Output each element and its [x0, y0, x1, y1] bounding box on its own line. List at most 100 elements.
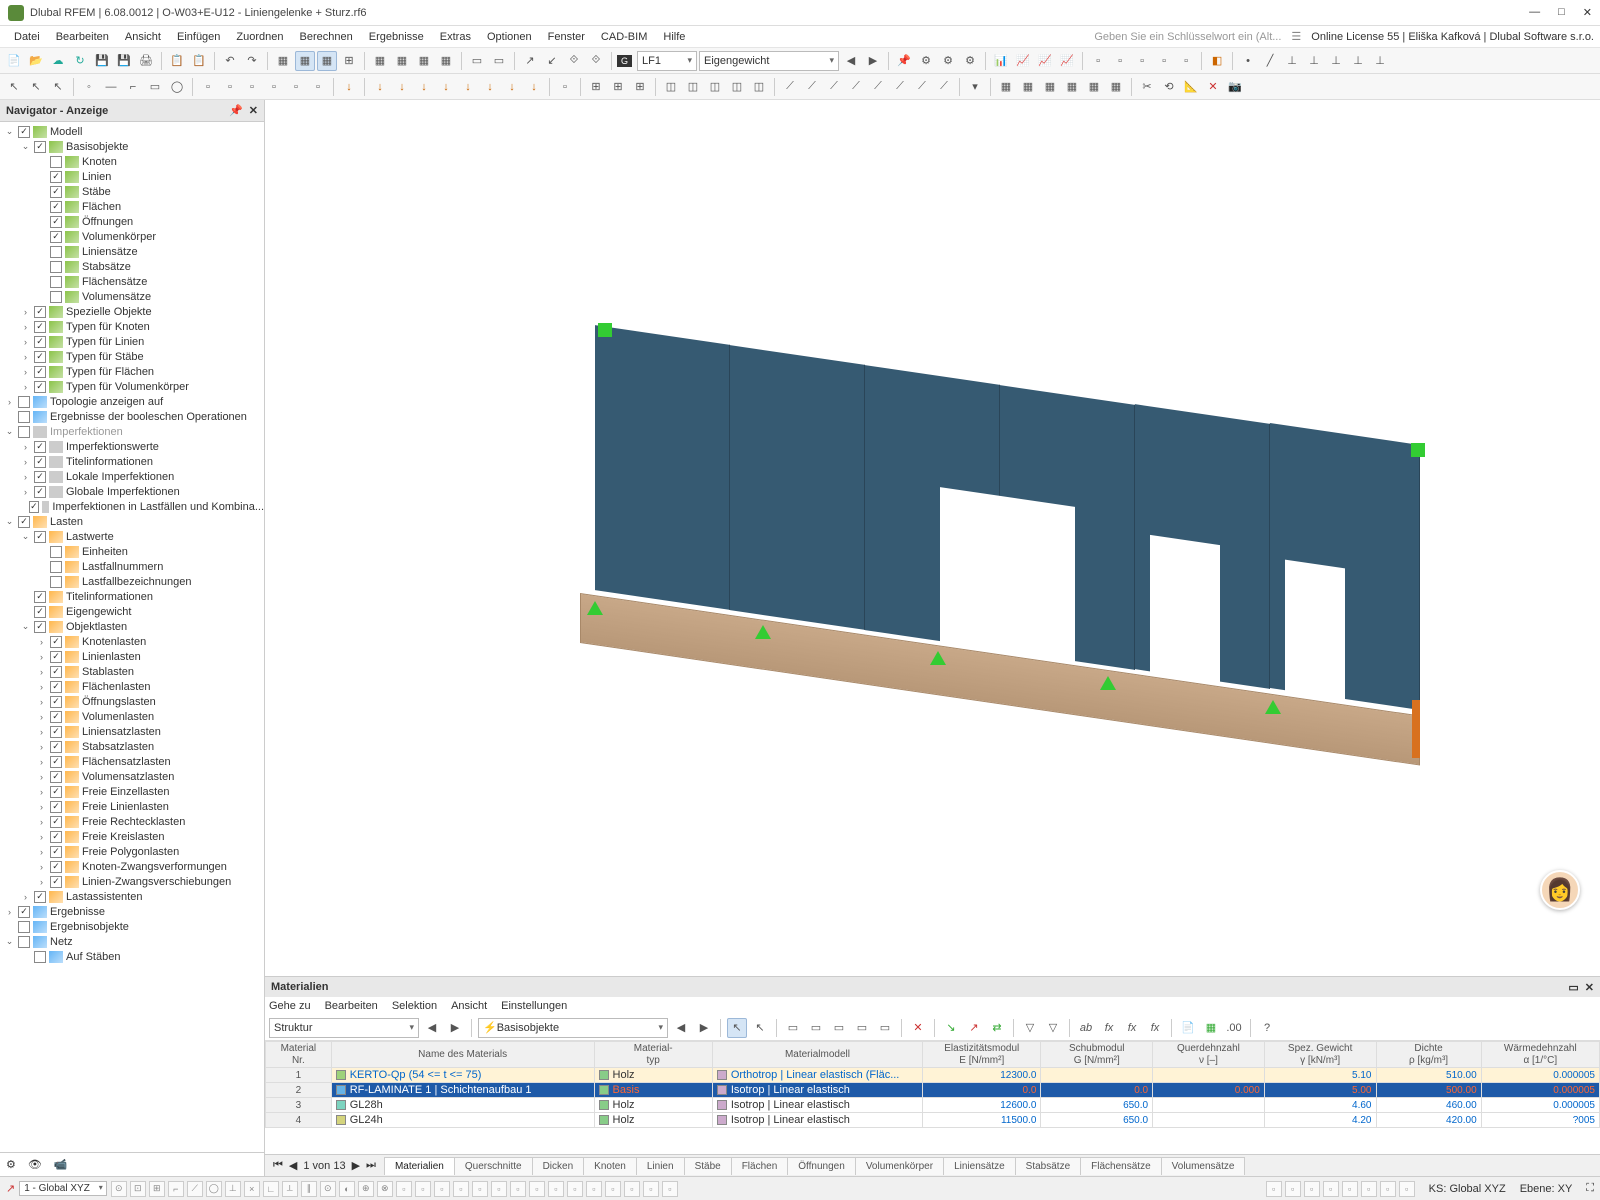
tree-item[interactable]: ›Typen für Volumenkörper [0, 379, 264, 394]
j6-icon[interactable]: ⟋ [890, 77, 910, 97]
paste-icon[interactable]: 📋 [189, 51, 209, 71]
f1-icon[interactable]: ↓ [339, 77, 359, 97]
new-icon[interactable]: 📄 [4, 51, 24, 71]
tree-item[interactable]: ›Imperfektionswerte [0, 439, 264, 454]
row5-icon[interactable]: ▭ [875, 1018, 895, 1038]
save-all-icon[interactable]: 💾 [114, 51, 134, 71]
mat-prev2-icon[interactable]: ◀ [671, 1018, 691, 1038]
tree-item[interactable]: ›Flächensatzlasten [0, 754, 264, 769]
sort-icon[interactable]: ▽ [1043, 1018, 1063, 1038]
grid4-icon[interactable]: ▦ [436, 51, 456, 71]
fx4-icon[interactable]: fx [1145, 1018, 1165, 1038]
tree-item[interactable]: ›Lastassistenten [0, 889, 264, 904]
row4-icon[interactable]: ▭ [852, 1018, 872, 1038]
nav-eye-icon[interactable]: 👁 [28, 1158, 42, 1171]
e4-icon[interactable]: ▫ [264, 77, 284, 97]
tree-item[interactable]: ›Knotenlasten [0, 634, 264, 649]
j4-icon[interactable]: ⟋ [846, 77, 866, 97]
grid3-icon[interactable]: ▦ [414, 51, 434, 71]
j1-icon[interactable]: ⟋ [780, 77, 800, 97]
arr2-icon[interactable]: ↙ [542, 51, 562, 71]
tree-item[interactable]: Volumensätze [0, 289, 264, 304]
mat-next2-icon[interactable]: ▶ [694, 1018, 714, 1038]
tab-knoten[interactable]: Knoten [583, 1157, 637, 1175]
tab-stabsätze[interactable]: Stabsätze [1015, 1157, 1081, 1175]
table-row[interactable]: 2 RF-LAMINATE 1 | Schichtenaufbau 1 Basi… [266, 1083, 1600, 1098]
n4-icon[interactable]: ⊥ [1304, 51, 1324, 71]
res3-icon[interactable]: 📈 [1035, 51, 1055, 71]
tree-item[interactable]: ⌄Modell [0, 124, 264, 139]
tree-item[interactable]: ›Typen für Linien [0, 334, 264, 349]
loadcase-name-combo[interactable]: Eigengewicht [699, 51, 839, 71]
col-header[interactable]: ElastizitätsmodulE [N/mm²] [923, 1042, 1041, 1068]
tree-item[interactable]: Liniensätze [0, 244, 264, 259]
mat-menu-ansicht[interactable]: Ansicht [451, 1000, 487, 1012]
fx-icon[interactable]: ab [1076, 1018, 1096, 1038]
i3-icon[interactable]: ◫ [705, 77, 725, 97]
tree-item[interactable]: ›Volumenlasten [0, 709, 264, 724]
arr3-icon[interactable]: ⟐ [564, 51, 584, 71]
e6-icon[interactable]: ▫ [308, 77, 328, 97]
table-row[interactable]: 1 KERTO-Qp (54 <= t <= 75) Holz Orthotro… [266, 1068, 1600, 1083]
tree-item[interactable]: ›Stabsatzlasten [0, 739, 264, 754]
menu-einfügen[interactable]: Einfügen [169, 29, 228, 45]
filter-icon[interactable]: ▽ [1020, 1018, 1040, 1038]
tree-item[interactable]: ›Freie Kreislasten [0, 829, 264, 844]
avatar[interactable]: 👩 [1540, 870, 1580, 910]
tool-y-icon[interactable]: ⟲ [1159, 77, 1179, 97]
mat-menu-bearbeiten[interactable]: Bearbeiten [325, 1000, 378, 1012]
tree-item[interactable]: Auf Stäben [0, 949, 264, 964]
arrow-icon[interactable]: ↗ [520, 51, 540, 71]
keyword-search[interactable]: Geben Sie ein Schlüsselwort ein (Alt... [1094, 31, 1281, 43]
next-icon[interactable]: ▶ [863, 51, 883, 71]
tree-item[interactable]: Flächensätze [0, 274, 264, 289]
tab-öffnungen[interactable]: Öffnungen [787, 1157, 856, 1175]
3d-viewport[interactable] [265, 100, 1600, 976]
tab-volumenkörper[interactable]: Volumenkörper [855, 1157, 944, 1175]
g8-icon[interactable]: ↓ [524, 77, 544, 97]
n5-icon[interactable]: ⊥ [1326, 51, 1346, 71]
col-header[interactable]: SchubmodulG [N/mm²] [1041, 1042, 1153, 1068]
h1-icon[interactable]: ▫ [555, 77, 575, 97]
menu-berechnen[interactable]: Berechnen [292, 29, 361, 45]
grid-f-icon[interactable]: ▦ [1106, 77, 1126, 97]
grid-c-icon[interactable]: ▦ [1040, 77, 1060, 97]
col-header[interactable]: Material-typ [594, 1042, 712, 1068]
tree-item[interactable]: ›Ergebnisse [0, 904, 264, 919]
tree-item[interactable]: Lastfallbezeichnungen [0, 574, 264, 589]
g2-icon[interactable]: ↓ [392, 77, 412, 97]
tab-flächen[interactable]: Flächen [731, 1157, 789, 1175]
t5-icon[interactable]: ▫ [1176, 51, 1196, 71]
minimize-button[interactable]: — [1529, 6, 1540, 19]
t1-icon[interactable]: ▫ [1088, 51, 1108, 71]
t4-icon[interactable]: ▫ [1154, 51, 1174, 71]
g5-icon[interactable]: ↓ [458, 77, 478, 97]
close-button[interactable]: ✕ [1583, 6, 1592, 19]
table-row[interactable]: 3 GL28h Holz Isotrop | Linear elastisch … [266, 1098, 1600, 1113]
axis-icon[interactable]: ↗ [6, 1182, 15, 1195]
menu-zuordnen[interactable]: Zuordnen [228, 29, 291, 45]
tree-item[interactable]: ›Freie Einzellasten [0, 784, 264, 799]
tree-item[interactable]: Volumenkörper [0, 229, 264, 244]
mat-menu-gehe zu[interactable]: Gehe zu [269, 1000, 311, 1012]
copy-icon[interactable]: 📋 [167, 51, 187, 71]
tree-item[interactable]: ›Liniensatzlasten [0, 724, 264, 739]
close-materials-icon[interactable]: ✕ [1585, 981, 1594, 994]
doc-icon[interactable]: 📄 [1178, 1018, 1198, 1038]
tree-item[interactable]: Titelinformationen [0, 589, 264, 604]
maximize-button[interactable]: □ [1558, 6, 1565, 19]
k1-icon[interactable]: ▾ [965, 77, 985, 97]
tree-item[interactable]: ⌄Lastwerte [0, 529, 264, 544]
save-icon[interactable]: 💾 [92, 51, 112, 71]
tab-dicken[interactable]: Dicken [532, 1157, 585, 1175]
j2-icon[interactable]: ⟋ [802, 77, 822, 97]
arr4-icon[interactable]: ⟐ [586, 51, 606, 71]
menu-cad-bim[interactable]: CAD-BIM [593, 29, 655, 45]
tree-item[interactable]: ›Flächenlasten [0, 679, 264, 694]
tree-item[interactable]: ›Typen für Stäbe [0, 349, 264, 364]
prev-page-icon[interactable]: ◀ [289, 1159, 297, 1172]
e5-icon[interactable]: ▫ [286, 77, 306, 97]
j7-icon[interactable]: ⟋ [912, 77, 932, 97]
tree-item[interactable]: ›Typen für Knoten [0, 319, 264, 334]
menu-hilfe[interactable]: Hilfe [655, 29, 693, 45]
